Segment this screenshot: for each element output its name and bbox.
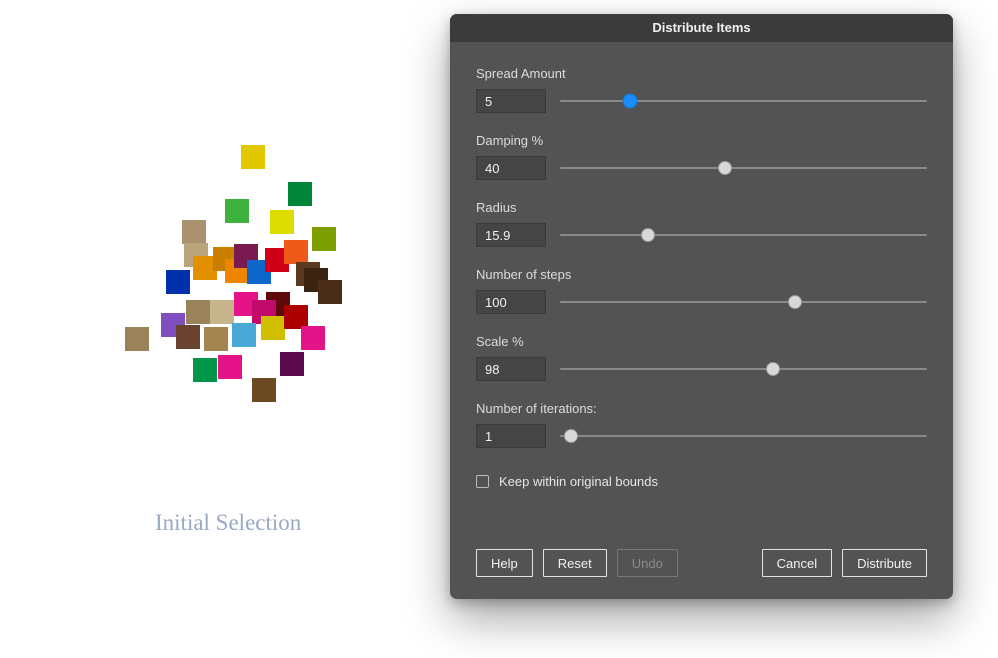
spread-amount-label: Spread Amount: [476, 66, 927, 81]
keep-bounds-row[interactable]: Keep within original bounds: [476, 474, 927, 489]
canvas-square: [301, 326, 325, 350]
steps-input[interactable]: [476, 290, 546, 314]
scale-slider[interactable]: [560, 359, 927, 379]
distribute-items-dialog: Distribute Items Spread Amount Damping %: [450, 14, 953, 599]
steps-slider[interactable]: [560, 292, 927, 312]
radius-label: Radius: [476, 200, 927, 215]
spread-amount-input[interactable]: [476, 89, 546, 113]
canvas-square: [261, 316, 285, 340]
damping-slider[interactable]: [560, 158, 927, 178]
canvas-square: [318, 280, 342, 304]
canvas-square: [284, 240, 308, 264]
canvas-square: [241, 145, 265, 169]
cancel-button[interactable]: Cancel: [762, 549, 832, 577]
canvas-square: [210, 300, 234, 324]
keep-bounds-label: Keep within original bounds: [499, 474, 658, 489]
dialog-title: Distribute Items: [450, 14, 953, 42]
steps-label: Number of steps: [476, 267, 927, 282]
canvas-square: [204, 327, 228, 351]
spread-amount-thumb[interactable]: [622, 94, 637, 109]
radius-group: Radius: [476, 200, 927, 247]
steps-thumb[interactable]: [788, 295, 802, 309]
canvas-square: [252, 378, 276, 402]
canvas-square: [176, 325, 200, 349]
distribute-button[interactable]: Distribute: [842, 549, 927, 577]
dialog-body: Spread Amount Damping % Radius: [450, 42, 953, 549]
canvas-square: [166, 270, 190, 294]
canvas-square: [218, 355, 242, 379]
radius-slider[interactable]: [560, 225, 927, 245]
dialog-footer: Help Reset Undo Cancel Distribute: [450, 549, 953, 599]
iterations-thumb[interactable]: [564, 429, 578, 443]
canvas-square: [225, 199, 249, 223]
scale-thumb[interactable]: [766, 362, 780, 376]
radius-thumb[interactable]: [641, 228, 655, 242]
canvas-square: [232, 323, 256, 347]
canvas-square: [280, 352, 304, 376]
canvas-square: [125, 327, 149, 351]
spread-amount-slider[interactable]: [560, 91, 927, 111]
spread-amount-group: Spread Amount: [476, 66, 927, 113]
keep-bounds-checkbox[interactable]: [476, 475, 489, 488]
iterations-input[interactable]: [476, 424, 546, 448]
iterations-label: Number of iterations:: [476, 401, 927, 416]
canvas-area: Initial Selection: [0, 0, 450, 658]
canvas-square: [288, 182, 312, 206]
canvas-square: [186, 300, 210, 324]
help-button[interactable]: Help: [476, 549, 533, 577]
reset-button[interactable]: Reset: [543, 549, 607, 577]
scale-input[interactable]: [476, 357, 546, 381]
canvas-caption: Initial Selection: [155, 510, 301, 536]
damping-input[interactable]: [476, 156, 546, 180]
canvas-square: [193, 358, 217, 382]
scale-label: Scale %: [476, 334, 927, 349]
radius-input[interactable]: [476, 223, 546, 247]
canvas-square: [312, 227, 336, 251]
damping-group: Damping %: [476, 133, 927, 180]
iterations-slider[interactable]: [560, 426, 927, 446]
damping-thumb[interactable]: [718, 161, 732, 175]
canvas-square: [182, 220, 206, 244]
scale-group: Scale %: [476, 334, 927, 381]
damping-label: Damping %: [476, 133, 927, 148]
canvas-square: [270, 210, 294, 234]
iterations-group: Number of iterations:: [476, 401, 927, 448]
steps-group: Number of steps: [476, 267, 927, 314]
undo-button: Undo: [617, 549, 678, 577]
